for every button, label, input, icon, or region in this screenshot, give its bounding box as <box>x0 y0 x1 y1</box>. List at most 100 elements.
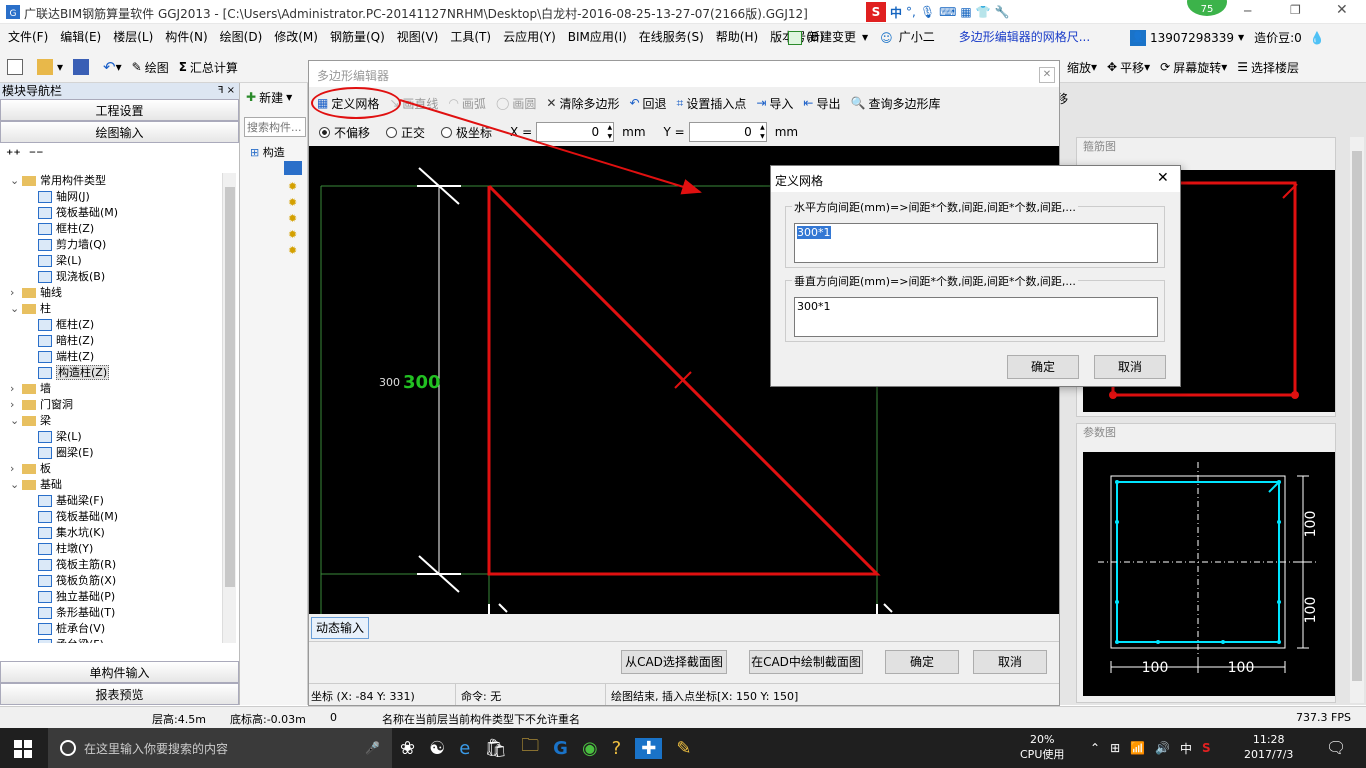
menu-item[interactable]: 文件(F) <box>2 24 54 51</box>
tree-item[interactable]: › 板 <box>10 461 51 477</box>
new-component-button[interactable]: ✚ 新建 ▼ <box>240 83 307 111</box>
tree-item[interactable]: 条形基础(T) <box>38 605 115 621</box>
tree-item[interactable]: 梁(L) <box>38 253 82 269</box>
tree-item[interactable]: 筏板主筋(R) <box>38 557 116 573</box>
expand-icon[interactable]: ⌄ <box>10 173 22 189</box>
x-input[interactable]: 0 ▲ ▼ <box>536 122 615 142</box>
menu-item[interactable]: 视图(V) <box>391 24 445 51</box>
tree-item[interactable]: ⌄ 常用构件类型 <box>10 173 106 189</box>
tree-item[interactable]: 桩承台(V) <box>38 621 105 637</box>
selected-component[interactable] <box>284 161 302 175</box>
app-store-icon[interactable]: 🛍 <box>484 738 507 759</box>
radio-no-offset[interactable]: 不偏移 <box>319 124 370 141</box>
query-polygon-lib-button[interactable]: 🔍 查询多边形库 <box>846 92 944 114</box>
expand-icon[interactable]: › <box>10 461 22 477</box>
expand-icon[interactable]: › <box>10 285 22 301</box>
clock[interactable]: 11:28 2017/7/3 <box>1244 732 1293 762</box>
tree-item[interactable]: 集水坑(K) <box>38 525 105 541</box>
sogou-icon[interactable]: S <box>866 2 886 22</box>
tree-item[interactable]: 框柱(Z) <box>38 221 94 237</box>
keyboard-icon[interactable]: ⌨ <box>939 5 956 19</box>
notification-icon[interactable]: 🗨 <box>1326 738 1346 757</box>
app-qq-icon[interactable]: ☯ <box>429 738 445 759</box>
expand-all-icon[interactable]: ⁺⁺ <box>6 147 21 163</box>
cpu-usage[interactable]: 20% CPU使用 <box>1020 732 1064 762</box>
report-preview-button[interactable]: 报表预览 <box>0 683 239 705</box>
phone-number[interactable]: 13907298339 <box>1150 31 1234 45</box>
app-ggj-icon[interactable]: ✚ <box>635 737 663 759</box>
draw-button[interactable]: ✎ 绘图 <box>127 51 174 83</box>
tree-item[interactable]: 承台梁(F) <box>38 637 104 643</box>
save-button[interactable] <box>68 51 98 83</box>
tree-item[interactable]: › 门窗洞 <box>10 397 73 413</box>
ime-chinese-icon[interactable]: 中 <box>890 4 902 21</box>
export-button[interactable]: ⇤ 导出 <box>799 92 844 114</box>
close-button[interactable]: ✕ <box>1336 2 1348 18</box>
microphone-icon[interactable]: 🎙 <box>920 5 935 19</box>
tree-item[interactable]: 暗柱(Z) <box>38 333 94 349</box>
expand-icon[interactable]: ⌄ <box>10 413 22 429</box>
cad-draw-button[interactable]: 在CAD中绘制截面图 <box>749 650 863 674</box>
tree-item[interactable]: 筏板负筋(X) <box>38 573 116 589</box>
grid-ok-button[interactable]: 确定 <box>1007 355 1079 379</box>
sum-calc-button[interactable]: Σ 汇总计算 <box>174 51 243 83</box>
dynamic-input-button[interactable]: 动态输入 <box>311 617 369 639</box>
tray-sogou-icon[interactable]: S <box>1202 741 1211 755</box>
tree-item[interactable]: 端柱(Z) <box>38 349 94 365</box>
tray-expand-icon[interactable]: ⌃ <box>1090 741 1100 755</box>
editor-cancel-button[interactable]: 取消 <box>973 650 1047 674</box>
set-insert-point-button[interactable]: ⌗ 设置插入点 <box>673 92 751 114</box>
app-task-view-icon[interactable]: ❀ <box>400 738 415 759</box>
import-button[interactable]: ⇥ 导入 <box>752 92 797 114</box>
tree-item[interactable]: 圈梁(E) <box>38 445 94 461</box>
x-spinner[interactable]: ▲ ▼ <box>608 123 613 141</box>
tree-item[interactable]: ⌄ 柱 <box>10 301 51 317</box>
windows-start-icon[interactable] <box>14 740 32 758</box>
menu-item[interactable]: BIM应用(I) <box>562 24 633 51</box>
right-scrollbar[interactable] <box>1350 137 1364 703</box>
menu-item[interactable]: 绘图(D) <box>214 24 269 51</box>
undo-button[interactable]: ↶ ▾ <box>98 51 127 83</box>
hint-link[interactable]: 多边形编辑器的网格尺... <box>959 24 1090 51</box>
editor-close-button[interactable]: ✕ <box>1039 67 1055 83</box>
draw-circle-button[interactable]: ◯ 画圆 <box>492 92 540 114</box>
menu-item[interactable]: 楼层(L) <box>107 24 159 51</box>
expand-icon[interactable]: ⌄ <box>10 301 22 317</box>
menu-item[interactable]: 修改(M) <box>268 24 324 51</box>
horizontal-spacing-input[interactable]: 300*1 <box>794 223 1158 263</box>
rotate-screen-button[interactable]: ⟳ 屏幕旋转 ▾ <box>1155 51 1232 83</box>
tray-volume-icon[interactable]: 🔊 <box>1155 741 1170 755</box>
tree-item[interactable]: › 轴线 <box>10 285 62 301</box>
tree-scroll-thumb[interactable] <box>225 187 235 587</box>
price-beans[interactable]: 造价豆:0 <box>1254 29 1302 46</box>
tree-item[interactable]: 柱墩(Y) <box>38 541 93 557</box>
ime-toolbar[interactable]: S 中 °, 🎙 ⌨ ▦ 👕 🔧 <box>866 2 1010 22</box>
tree-item[interactable]: 筏板基础(M) <box>38 509 118 525</box>
maximize-button[interactable]: ❐ <box>1290 3 1301 17</box>
tree-item[interactable]: 现浇板(B) <box>38 269 105 285</box>
menu-item[interactable]: 云应用(Y) <box>497 24 562 51</box>
expand-icon[interactable]: › <box>10 381 22 397</box>
component-tree-root[interactable]: ⊞ 构造 <box>250 144 285 160</box>
draw-arc-button[interactable]: ◠ 画弧 <box>444 92 490 114</box>
new-change-menu[interactable]: 新建变更 <box>808 24 856 51</box>
menu-item[interactable]: 构件(N) <box>159 24 213 51</box>
single-input-button[interactable]: 单构件输入 <box>0 661 239 683</box>
component-items[interactable]: ✹ ✹ ✹ ✹ ✹ <box>288 179 297 259</box>
component-search-input[interactable] <box>244 117 306 137</box>
grid-icon[interactable]: ▦ <box>960 5 971 19</box>
zoom-button[interactable]: 缩放 ▾ <box>1062 51 1102 83</box>
tree-item[interactable]: 构造柱(Z) <box>38 365 110 381</box>
app-explorer-icon[interactable]: 🗀 <box>521 733 539 763</box>
taskbar-search[interactable]: 在这里输入你要搜索的内容 🎤 <box>48 728 392 768</box>
menu-item[interactable]: 钢筋量(Q) <box>324 24 391 51</box>
collapse-all-icon[interactable]: ⁻⁻ <box>29 147 44 163</box>
tree-item[interactable]: ⌄ 基础 <box>10 477 62 493</box>
tree-item[interactable]: 轴网(J) <box>38 189 90 205</box>
draw-input-button[interactable]: 绘图输入 <box>0 121 239 143</box>
app-360-icon[interactable]: ◉ <box>582 738 598 759</box>
tray-ime[interactable]: 中 <box>1180 740 1192 757</box>
expand-icon[interactable]: ⌄ <box>10 477 22 493</box>
expand-icon[interactable]: › <box>10 397 22 413</box>
right-scroll-thumb[interactable] <box>1352 151 1362 681</box>
